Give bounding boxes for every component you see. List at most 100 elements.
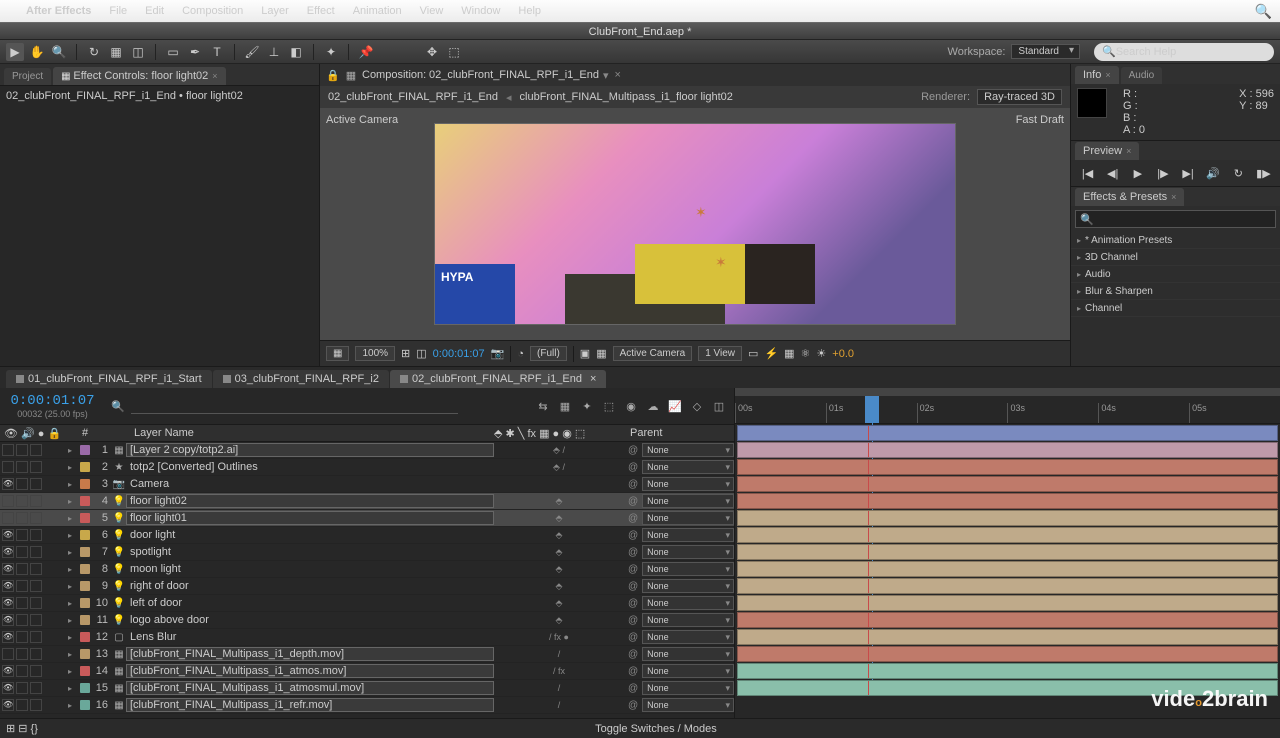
pixel-aspect-icon[interactable]: ▭ bbox=[748, 347, 758, 360]
layer-name[interactable]: logo above door bbox=[126, 614, 494, 626]
menu-composition[interactable]: Composition bbox=[182, 5, 243, 17]
comp-mini-flowchart-icon[interactable]: ⇆ bbox=[534, 397, 552, 415]
twirl-icon[interactable]: ▸ bbox=[68, 684, 80, 693]
layer-name[interactable]: [clubFront_FINAL_Multipass_i1_depth.mov] bbox=[126, 647, 494, 661]
visibility-toggle[interactable] bbox=[2, 495, 14, 507]
lock-toggle[interactable] bbox=[30, 597, 42, 609]
layer-bar[interactable] bbox=[737, 442, 1278, 458]
layer-name[interactable]: left of door bbox=[126, 597, 494, 609]
resolution-icon[interactable]: ⊞ bbox=[401, 347, 410, 360]
play-icon[interactable]: ▶ bbox=[1129, 164, 1147, 182]
layer-row[interactable]: 👁▸8💡moon light⬘@None bbox=[0, 561, 734, 578]
lock-toggle[interactable] bbox=[30, 648, 42, 660]
toggle-switches-button[interactable]: Toggle Switches / Modes bbox=[595, 723, 717, 735]
layer-row[interactable]: 👁▸12▢Lens Blur / fx ●@None bbox=[0, 629, 734, 646]
effects-presets-tab[interactable]: Effects & Presets× bbox=[1075, 188, 1184, 206]
brainstorm-icon[interactable]: ☁ bbox=[644, 397, 662, 415]
close-icon[interactable]: × bbox=[1171, 192, 1176, 202]
layer-name[interactable]: [clubFront_FINAL_Multipass_i1_atmosmul.m… bbox=[126, 681, 494, 695]
solo-toggle[interactable] bbox=[16, 546, 28, 558]
pickwhip-icon[interactable]: @ bbox=[628, 496, 638, 507]
selection-tool-icon[interactable]: ▶ bbox=[6, 43, 24, 61]
layer-name[interactable]: floor light02 bbox=[126, 494, 494, 508]
twirl-icon[interactable]: ▸ bbox=[68, 463, 80, 472]
layer-bar[interactable] bbox=[737, 493, 1278, 509]
composition-viewer[interactable]: Active Camera Fast Draft HYPA ✶ ✶ bbox=[320, 108, 1070, 340]
audio-tab[interactable]: Audio bbox=[1121, 67, 1163, 84]
loop-icon[interactable]: ↻ bbox=[1229, 164, 1247, 182]
parent-dropdown[interactable]: None bbox=[642, 664, 734, 678]
timeline-tracks[interactable]: 00s 01s 02s 03s 04s 05s bbox=[735, 388, 1280, 718]
label-color[interactable] bbox=[80, 649, 90, 659]
lock-toggle[interactable] bbox=[30, 631, 42, 643]
layer-name[interactable]: moon light bbox=[126, 563, 494, 575]
effects-search-input[interactable]: 🔍 bbox=[1075, 210, 1276, 228]
info-tab[interactable]: Info× bbox=[1075, 66, 1119, 84]
track-tool-icon[interactable]: ◫ bbox=[129, 43, 147, 61]
ram-preview-icon[interactable]: ▮▶ bbox=[1254, 164, 1272, 182]
solo-toggle[interactable] bbox=[16, 495, 28, 507]
channel-icon[interactable]: ◔ bbox=[517, 348, 524, 360]
pickwhip-icon[interactable]: @ bbox=[628, 598, 638, 609]
layer-switches[interactable]: ⬘ bbox=[494, 530, 624, 541]
layer-search-input[interactable] bbox=[131, 398, 458, 414]
solo-toggle[interactable] bbox=[16, 444, 28, 456]
parent-dropdown[interactable]: None bbox=[642, 477, 734, 491]
layer-name[interactable]: totp2 [Converted] Outlines bbox=[126, 461, 494, 473]
renderer-dropdown[interactable]: Ray-traced 3D bbox=[977, 89, 1062, 105]
pen-tool-icon[interactable]: ✒ bbox=[186, 43, 204, 61]
pickwhip-icon[interactable]: @ bbox=[628, 530, 638, 541]
parent-dropdown[interactable]: None bbox=[642, 443, 734, 457]
timeline-timecode[interactable]: 0:00:01:07 00032 (25.00 fps) bbox=[0, 388, 105, 424]
solo-toggle[interactable] bbox=[16, 563, 28, 575]
brush-tool-icon[interactable]: 🖌 bbox=[243, 43, 261, 61]
label-color[interactable] bbox=[80, 530, 90, 540]
parent-dropdown[interactable]: None bbox=[642, 698, 734, 712]
lock-toggle[interactable] bbox=[30, 512, 42, 524]
lock-toggle[interactable] bbox=[30, 495, 42, 507]
label-color[interactable] bbox=[80, 632, 90, 642]
layer-switches[interactable]: / fx ● bbox=[494, 632, 624, 642]
layer-row[interactable]: 👁▸9💡right of door⬘@None bbox=[0, 578, 734, 595]
menu-help[interactable]: Help bbox=[518, 5, 541, 17]
rect-tool-icon[interactable]: ▭ bbox=[164, 43, 182, 61]
visibility-toggle[interactable]: 👁 bbox=[2, 699, 14, 711]
layer-name[interactable]: [Layer 2 copy/totp2.ai] bbox=[126, 443, 494, 457]
footer-icon[interactable]: ⊞ ⊟ {} bbox=[6, 722, 38, 735]
label-color[interactable] bbox=[80, 513, 90, 523]
zoom-tool-icon[interactable]: 🔍 bbox=[50, 43, 68, 61]
pickwhip-icon[interactable]: @ bbox=[628, 700, 638, 711]
lock-toggle[interactable] bbox=[30, 461, 42, 473]
layer-row[interactable]: 👁▸15▦[clubFront_FINAL_Multipass_i1_atmos… bbox=[0, 680, 734, 697]
solo-toggle[interactable] bbox=[16, 631, 28, 643]
audio-icon[interactable]: 🔊 bbox=[1204, 164, 1222, 182]
lock-toggle[interactable] bbox=[30, 614, 42, 626]
layer-switches[interactable]: ⬘ / bbox=[494, 462, 624, 473]
layer-switches[interactable]: ⬘ / bbox=[494, 445, 624, 456]
layer-bar[interactable] bbox=[737, 510, 1278, 526]
close-icon[interactable]: × bbox=[590, 373, 596, 385]
solo-toggle[interactable] bbox=[16, 512, 28, 524]
text-tool-icon[interactable]: T bbox=[208, 43, 226, 61]
breadcrumb-child[interactable]: clubFront_FINAL_Multipass_i1_floor light… bbox=[520, 91, 733, 103]
solo-toggle[interactable] bbox=[16, 665, 28, 677]
label-color[interactable] bbox=[80, 700, 90, 710]
twirl-icon[interactable]: ▸ bbox=[68, 667, 80, 676]
visibility-toggle[interactable]: 👁 bbox=[2, 665, 14, 677]
lock-toggle[interactable] bbox=[30, 563, 42, 575]
layer-bar[interactable] bbox=[737, 561, 1278, 577]
ep-item[interactable]: Blur & Sharpen bbox=[1071, 283, 1280, 300]
lock-toggle[interactable] bbox=[30, 682, 42, 694]
layer-switches[interactable]: ⬘ bbox=[494, 615, 624, 626]
twirl-icon[interactable]: ▸ bbox=[68, 548, 80, 557]
twirl-icon[interactable]: ▸ bbox=[68, 514, 80, 523]
snap-tool-icon[interactable]: ⬚ bbox=[445, 43, 463, 61]
workspace-dropdown[interactable]: Standard bbox=[1011, 44, 1080, 59]
visibility-toggle[interactable]: 👁 bbox=[2, 529, 14, 541]
twirl-icon[interactable]: ▸ bbox=[68, 531, 80, 540]
layer-row[interactable]: ▸13▦[clubFront_FINAL_Multipass_i1_depth.… bbox=[0, 646, 734, 663]
label-color[interactable] bbox=[80, 581, 90, 591]
visibility-toggle[interactable]: 👁 bbox=[2, 546, 14, 558]
menu-edit[interactable]: Edit bbox=[145, 5, 164, 17]
label-color[interactable] bbox=[80, 666, 90, 676]
